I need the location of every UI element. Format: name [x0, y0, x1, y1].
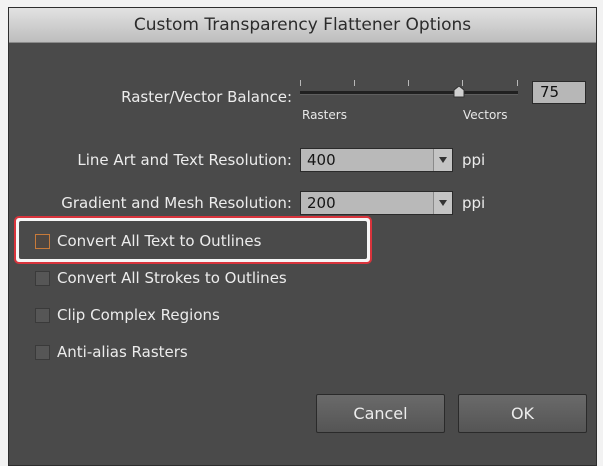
line-art-resolution-value: 400 [307, 151, 336, 169]
line-art-unit: ppi [462, 151, 486, 169]
line-art-resolution-select[interactable]: 400 [300, 148, 453, 172]
line-art-resolution-label: Line Art and Text Resolution: [77, 151, 292, 169]
chevron-down-icon[interactable] [433, 149, 452, 171]
convert-strokes-outlines-checkbox[interactable] [35, 271, 50, 286]
convert-strokes-outlines-label: Convert All Strokes to Outlines [57, 269, 287, 287]
clip-complex-regions-checkbox[interactable] [35, 308, 50, 323]
anti-alias-rasters-checkbox[interactable] [35, 345, 50, 360]
raster-vector-slider[interactable] [300, 91, 518, 95]
raster-vector-label: Raster/Vector Balance: [121, 88, 292, 106]
slider-tick [354, 80, 355, 86]
convert-text-outlines-checkbox[interactable] [35, 234, 50, 249]
gradient-mesh-resolution-select[interactable]: 200 [300, 191, 453, 215]
ok-button[interactable]: OK [458, 394, 587, 433]
gradient-mesh-resolution-value: 200 [307, 194, 336, 212]
chevron-down-icon[interactable] [433, 192, 452, 214]
rasters-label: Rasters [302, 108, 347, 122]
slider-tick [408, 80, 409, 86]
slider-tick [517, 80, 518, 86]
gradient-mesh-unit: ppi [462, 194, 486, 212]
anti-alias-rasters-label: Anti-alias Rasters [57, 343, 188, 361]
slider-thumb[interactable] [453, 86, 465, 98]
cancel-button[interactable]: Cancel [316, 394, 445, 433]
dialog-title: Custom Transparency Flattener Options [9, 8, 596, 43]
convert-text-outlines-label: Convert All Text to Outlines [57, 232, 262, 250]
slider-tick [300, 80, 301, 86]
gradient-mesh-resolution-label: Gradient and Mesh Resolution: [61, 194, 292, 212]
raster-vector-value-input[interactable]: 75 [532, 81, 586, 104]
vectors-label: Vectors [463, 108, 508, 122]
clip-complex-regions-label: Clip Complex Regions [57, 306, 220, 324]
transparency-flattener-dialog: Custom Transparency Flattener Options Ra… [8, 7, 597, 466]
